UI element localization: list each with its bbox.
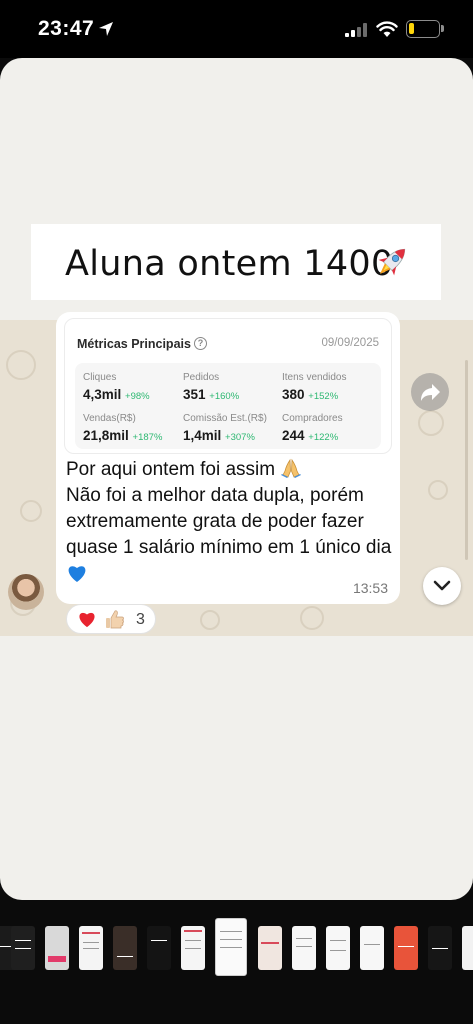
reactions-pill[interactable]: 3: [66, 604, 156, 634]
wallpaper-doodle: [428, 480, 448, 500]
battery-level-text: 20: [415, 21, 430, 36]
story-thumbnail[interactable]: [11, 926, 35, 970]
folded-hands-icon: [281, 458, 302, 478]
metric-label: Vendas(R$): [83, 413, 136, 424]
metric-label: Compradores: [282, 413, 343, 424]
metrics-title: Métricas Principais: [77, 337, 191, 351]
wallpaper-doodle: [418, 410, 444, 436]
metric-compradores: Compradores 244 +122%: [282, 413, 382, 443]
story-thumbnail[interactable]: [113, 926, 137, 970]
story-thumbnail[interactable]: [79, 926, 103, 970]
metric-comissao: Comissão Est.(R$) 1,4mil +307%: [183, 413, 283, 443]
story-thumbnail[interactable]: [462, 926, 473, 970]
story-thumbnails: [0, 918, 473, 978]
metric-delta: +187%: [132, 432, 163, 443]
metric-value: 244: [282, 428, 305, 443]
cellular-signal-icon: [345, 23, 367, 37]
metric-value: 380: [282, 387, 305, 402]
metric-label: Pedidos: [183, 372, 220, 383]
metric-value: 4,3mil: [83, 387, 122, 402]
rocket-icon: [378, 248, 406, 276]
metric-value: 1,4mil: [183, 428, 222, 443]
avatar[interactable]: [8, 574, 44, 610]
wallpaper-doodle: [200, 610, 220, 630]
metric-delta: +160%: [209, 391, 240, 402]
forward-button[interactable]: [411, 373, 449, 411]
story-thumbnail[interactable]: [394, 926, 418, 970]
metrics-date: 09/09/2025: [321, 337, 379, 349]
metric-delta: +307%: [225, 432, 255, 443]
location-arrow-icon: [99, 22, 113, 36]
info-icon: ?: [194, 337, 207, 350]
wifi-icon: [376, 21, 398, 37]
metric-cliques: Cliques 4,3mil +98%: [83, 372, 183, 402]
story-thumbnail[interactable]: [292, 926, 316, 970]
metric-pedidos: Pedidos 351 +160%: [183, 372, 283, 402]
story-title: Aluna ontem 1400: [65, 244, 394, 284]
reaction-count: 3: [136, 611, 145, 628]
chevron-down-icon: [433, 580, 451, 591]
blue-heart-icon: [68, 566, 86, 582]
story-thumbnail[interactable]: [147, 926, 171, 970]
wallpaper-doodle: [20, 500, 42, 522]
forward-arrow-icon: [421, 384, 440, 401]
status-bar: 23:47 20: [0, 0, 473, 58]
metric-delta: +152%: [308, 391, 339, 402]
metric-label: Itens vendidos: [282, 372, 347, 383]
status-time: 23:47: [38, 17, 95, 40]
message-time: 13:53: [352, 580, 388, 596]
message-text: Por aqui ontem foi assim Não foi a melho…: [66, 457, 396, 587]
metric-label: Comissão Est.(R$): [183, 413, 267, 424]
metric-value: 351: [183, 387, 206, 402]
battery-cap: [441, 25, 444, 32]
metric-vendas: Vendas(R$) 21,8mil +187%: [83, 413, 183, 443]
wallpaper-doodle: [300, 606, 324, 630]
story-thumbnail[interactable]: [181, 926, 205, 970]
wallpaper-doodle: [6, 350, 36, 380]
metric-label: Cliques: [83, 372, 117, 383]
metric-delta: +98%: [125, 391, 150, 402]
metric-itens-vendidos: Itens vendidos 380 +152%: [282, 372, 382, 402]
metrics-grid: Cliques 4,3mil +98% Pedidos 351 +160% It…: [75, 363, 381, 449]
story-thumbnail[interactable]: [45, 926, 69, 970]
message-line-1: Por aqui ontem foi assim: [66, 459, 276, 480]
story-thumbnail[interactable]: [428, 926, 452, 970]
story-thumbnail[interactable]: [326, 926, 350, 970]
metric-delta: +122%: [308, 432, 339, 443]
story-thumbnail-active[interactable]: [215, 918, 247, 976]
scroll-down-button[interactable]: [423, 567, 461, 605]
battery-icon: 20: [406, 20, 440, 38]
story-title-box: Aluna ontem 1400: [31, 224, 441, 300]
metric-value: 21,8mil: [83, 428, 129, 443]
story-thumbnail[interactable]: [258, 926, 282, 970]
red-heart-icon: [79, 612, 95, 628]
thumbs-up-icon: [106, 610, 124, 629]
metrics-card-image[interactable]: Métricas Principais ? 09/09/2025 Cliques…: [64, 318, 392, 454]
story-thumbnail[interactable]: [360, 926, 384, 970]
message-bubble[interactable]: Métricas Principais ? 09/09/2025 Cliques…: [56, 312, 400, 604]
chat-scrollbar[interactable]: [465, 360, 468, 560]
message-line-2: Não foi a melhor data dupla, porém extre…: [66, 485, 392, 558]
story-card[interactable]: Aluna ontem 1400 Métricas Principais ? 0…: [0, 58, 473, 900]
